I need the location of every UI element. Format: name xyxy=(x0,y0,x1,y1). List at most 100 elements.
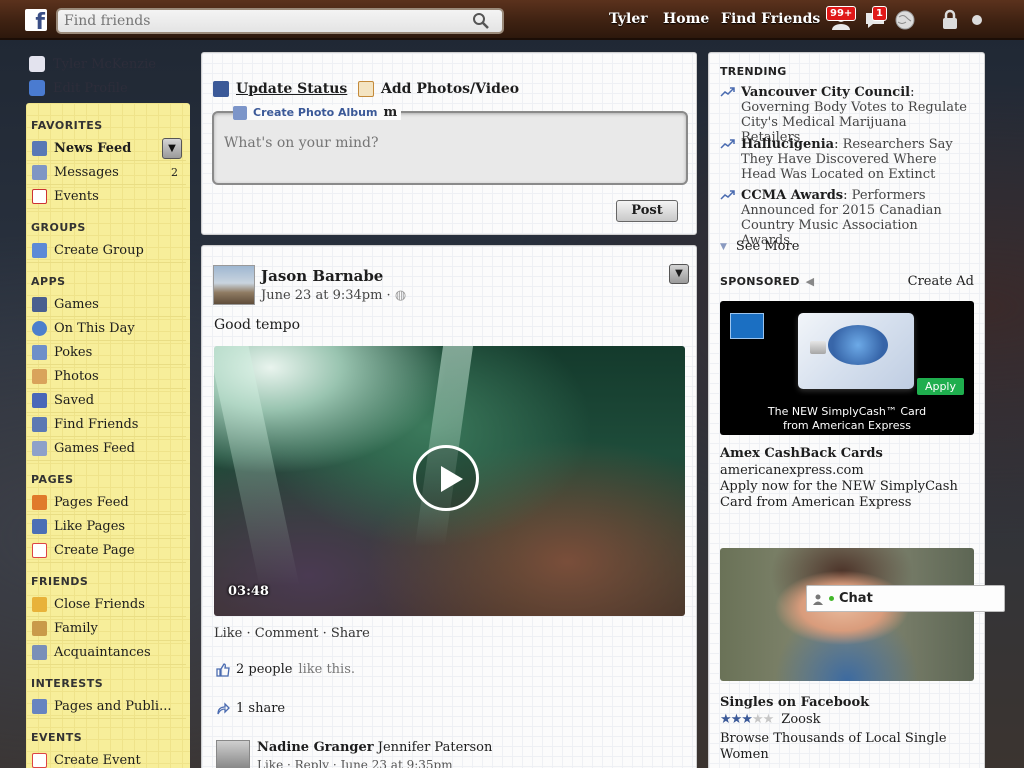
shares-count-link[interactable]: 1 share xyxy=(236,701,285,716)
sidebar-item-photos[interactable]: Photos xyxy=(26,365,186,389)
video-player[interactable]: 03:48 xyxy=(214,346,685,616)
trending-item[interactable]: Vancouver City Council: Governing Body V… xyxy=(720,85,970,145)
facebook-logo[interactable]: f xyxy=(25,9,47,31)
edit-profile-link[interactable]: Edit Profile xyxy=(29,76,156,100)
ad-title[interactable]: Singles on Facebook xyxy=(720,695,869,710)
left-sidebar: FAVORITES News Feed ▼ Messages 2 Events … xyxy=(26,103,190,768)
sidebar-item-on-this-day[interactable]: On This Day xyxy=(26,317,186,341)
notifications-globe-icon[interactable] xyxy=(893,8,917,32)
search-box[interactable] xyxy=(56,8,504,34)
singles-ad-image[interactable] xyxy=(720,548,974,681)
friends-header: FRIENDS xyxy=(31,575,89,588)
messages-icon xyxy=(32,165,47,180)
status-input-box[interactable] xyxy=(212,111,688,185)
commenter-avatar[interactable] xyxy=(216,740,250,768)
profile-shortcut[interactable]: Tyler McKenzie xyxy=(29,52,156,76)
author-name[interactable]: Jason Barnabe xyxy=(261,267,383,285)
play-button-icon[interactable] xyxy=(413,445,479,511)
pages-feed-icon xyxy=(32,495,47,510)
privacy-lock-icon[interactable] xyxy=(938,8,962,32)
trending-arrow-icon xyxy=(720,139,735,149)
settings-dropdown-icon[interactable] xyxy=(966,8,990,32)
profile-link[interactable]: Tyler xyxy=(609,11,648,27)
sidebar-item-create-page[interactable]: Create Page xyxy=(26,539,186,563)
trending-arrow-icon xyxy=(720,87,735,97)
interests-header: INTERESTS xyxy=(31,677,104,690)
see-more-trending[interactable]: ▼ See More xyxy=(720,239,799,254)
comment-text: Jennifer Paterson xyxy=(377,740,493,755)
apply-button[interactable]: Apply xyxy=(916,378,964,395)
status-input[interactable] xyxy=(214,113,686,183)
share-arrow-icon xyxy=(217,701,230,714)
likes-count-link[interactable]: 2 people xyxy=(236,662,292,677)
sidebar-item-family[interactable]: Family xyxy=(26,617,186,641)
sidebar-item-find-friends[interactable]: Find Friends xyxy=(26,413,186,437)
like-link[interactable]: Like xyxy=(214,626,242,641)
post-options-button[interactable]: ▼ xyxy=(669,264,689,284)
saved-icon xyxy=(32,393,47,408)
like-pages-icon xyxy=(32,519,47,534)
post-timestamp[interactable]: June 23 at 9:34pm · ◍ xyxy=(261,288,406,303)
stage-light-beam xyxy=(214,346,300,586)
find-friends-icon xyxy=(32,417,47,432)
favorites-header: FAVORITES xyxy=(31,119,103,132)
messages-count: 2 xyxy=(171,166,178,179)
create-ad-link[interactable]: Create Ad xyxy=(908,274,974,289)
comment-link[interactable]: Comment xyxy=(255,626,319,641)
amex-ad-image[interactable]: Apply The NEW SimplyCash™ Card from Amer… xyxy=(720,301,974,435)
trending-header: TRENDING xyxy=(720,65,787,78)
sidebar-item-close-friends[interactable]: Close Friends xyxy=(26,593,186,617)
online-dot-icon xyxy=(829,596,834,601)
status-composer: Update Status Add Photos/Video Create Ph… xyxy=(201,52,697,235)
ad-description: Browse Thousands of Local Single Women xyxy=(720,731,947,762)
thumbs-up-icon xyxy=(216,662,230,677)
search-input[interactable] xyxy=(58,10,458,32)
sidebar-item-news-feed[interactable]: News Feed ▼ xyxy=(26,137,186,161)
ad-description: Apply now for the NEW SimplyCash Card fr… xyxy=(720,479,958,510)
sidebar-item-games[interactable]: Games xyxy=(26,293,186,317)
update-status-tab[interactable]: Update Status xyxy=(213,81,347,97)
sidebar-item-pages-and-publishers[interactable]: Pages and Publi... xyxy=(26,695,186,719)
credit-card-image xyxy=(798,313,914,389)
search-icon[interactable] xyxy=(472,12,490,30)
sidebar-item-games-feed[interactable]: Games Feed xyxy=(26,437,186,461)
sidebar-item-create-group[interactable]: Create Group xyxy=(26,239,186,263)
post-text: Good tempo xyxy=(214,317,301,333)
commenter-name[interactable]: Nadine Granger xyxy=(257,740,374,755)
chat-tab[interactable]: Chat xyxy=(806,585,1005,612)
profile-avatar-icon xyxy=(29,56,45,72)
sidebar-item-messages[interactable]: Messages 2 xyxy=(26,161,186,185)
home-link[interactable]: Home xyxy=(663,11,709,27)
games-icon xyxy=(32,297,47,312)
sidebar-item-saved[interactable]: Saved xyxy=(26,389,186,413)
trending-arrow-icon xyxy=(720,190,735,200)
edit-pencil-icon xyxy=(29,80,45,96)
shares-summary: 1 share xyxy=(216,701,285,716)
chat-user-icon xyxy=(813,594,823,605)
sidebar-item-events[interactable]: Events xyxy=(26,185,186,209)
add-photos-tab[interactable]: Add Photos/Video xyxy=(358,81,519,97)
sidebar-item-pages-feed[interactable]: Pages Feed xyxy=(26,491,186,515)
share-link[interactable]: Share xyxy=(331,626,370,641)
trending-item[interactable]: Hallucigenia: Researchers Say They Have … xyxy=(720,137,970,182)
photos-icon xyxy=(32,369,47,384)
rating-stars-icon: ★★★★★ xyxy=(720,712,774,727)
ad-title[interactable]: Amex CashBack Cards xyxy=(720,446,883,461)
likes-summary: 2 people like this. xyxy=(216,662,355,677)
author-avatar[interactable] xyxy=(213,265,255,305)
comment-time[interactable]: June 23 at 9:35pm xyxy=(341,758,453,768)
notifications-badge: 1 xyxy=(872,6,887,21)
family-icon xyxy=(32,621,47,636)
comment-reply-link[interactable]: Reply xyxy=(295,758,329,768)
acquaintances-icon xyxy=(32,645,47,660)
sidebar-item-like-pages[interactable]: Like Pages xyxy=(26,515,186,539)
find-friends-link[interactable]: Find Friends xyxy=(721,11,820,27)
sidebar-item-create-event[interactable]: Create Event xyxy=(26,749,186,768)
sidebar-item-acquaintances[interactable]: Acquaintances xyxy=(26,641,186,665)
events-header: EVENTS xyxy=(31,731,83,744)
comment-like-link[interactable]: Like xyxy=(257,758,283,768)
sidebar-item-pokes[interactable]: Pokes xyxy=(26,341,186,365)
create-photo-album-link[interactable]: Create Photo Album m xyxy=(233,105,402,120)
post-button[interactable]: Post xyxy=(616,200,678,222)
news-feed-options-button[interactable]: ▼ xyxy=(162,138,182,159)
